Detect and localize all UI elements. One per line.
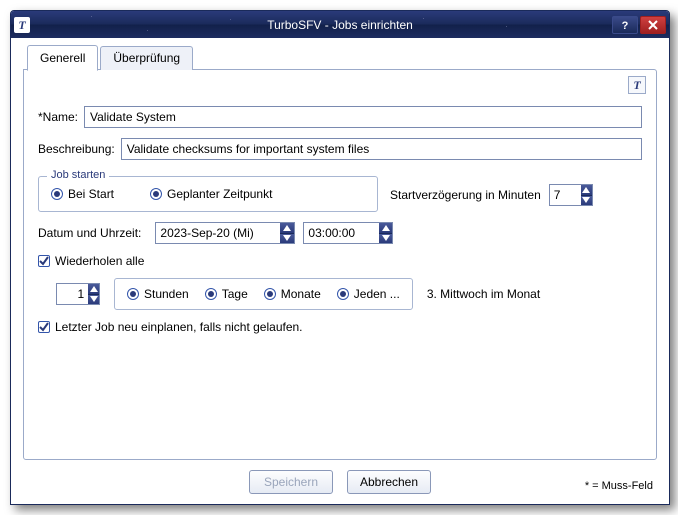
tab-general[interactable]: Generell bbox=[27, 45, 98, 71]
radio-scheduled[interactable]: Geplanter Zeitpunkt bbox=[150, 187, 272, 201]
name-input[interactable] bbox=[84, 106, 642, 128]
dialog-footer: Speichern Abbrechen * = Muss-Feld bbox=[23, 470, 657, 494]
radio-dot-icon bbox=[127, 288, 139, 300]
radio-months-label: Monate bbox=[281, 287, 321, 301]
time-input[interactable] bbox=[304, 223, 379, 243]
tab-verify[interactable]: Überprüfung bbox=[100, 46, 193, 70]
spinner-down-icon[interactable] bbox=[379, 234, 392, 244]
save-button[interactable]: Speichern bbox=[249, 470, 333, 494]
close-button[interactable] bbox=[640, 16, 666, 34]
job-start-legend: Job starten bbox=[47, 169, 109, 181]
titlebar-decor bbox=[36, 11, 589, 38]
radio-every[interactable]: Jeden ... bbox=[337, 287, 400, 301]
dialog-window: T TurboSFV - Jobs einrichten ? Generell … bbox=[10, 10, 670, 505]
radio-dot-icon bbox=[150, 188, 162, 200]
time-spinner[interactable] bbox=[303, 222, 393, 244]
radio-dot-icon bbox=[337, 288, 349, 300]
repeat-label: Wiederholen alle bbox=[55, 254, 144, 268]
spinner-down-icon[interactable] bbox=[280, 234, 294, 244]
start-delay-label: Startverzögerung in Minuten bbox=[390, 188, 541, 202]
description-input[interactable] bbox=[121, 138, 642, 160]
checkbox-icon bbox=[38, 321, 50, 333]
help-context-icon[interactable]: T bbox=[628, 76, 646, 94]
date-input[interactable] bbox=[156, 223, 280, 243]
radio-months[interactable]: Monate bbox=[264, 287, 321, 301]
titlebar: T TurboSFV - Jobs einrichten ? bbox=[11, 11, 669, 38]
radio-at-start[interactable]: Bei Start bbox=[51, 187, 114, 201]
radio-hours[interactable]: Stunden bbox=[127, 287, 189, 301]
spinner-up-icon[interactable] bbox=[379, 223, 392, 234]
start-delay-spinner[interactable] bbox=[549, 184, 593, 206]
radio-dot-icon bbox=[205, 288, 217, 300]
app-icon: T bbox=[14, 17, 30, 33]
spinner-up-icon[interactable] bbox=[88, 284, 99, 295]
start-delay-input[interactable] bbox=[550, 185, 581, 205]
required-field-hint: * = Muss-Feld bbox=[585, 480, 653, 492]
spinner-up-icon[interactable] bbox=[581, 185, 592, 196]
tab-panel-general: T *Name: Beschreibung: Job starten Bei S… bbox=[23, 69, 657, 460]
reschedule-checkbox[interactable]: Letzter Job neu einplanen, falls nicht g… bbox=[38, 320, 303, 334]
window-title: TurboSFV - Jobs einrichten bbox=[11, 18, 669, 32]
radio-hours-label: Stunden bbox=[144, 287, 189, 301]
radio-every-label: Jeden ... bbox=[354, 287, 400, 301]
spinner-up-icon[interactable] bbox=[280, 223, 294, 234]
datetime-label: Datum und Uhrzeit: bbox=[38, 226, 141, 240]
description-label: Beschreibung: bbox=[38, 142, 115, 156]
radio-scheduled-label: Geplanter Zeitpunkt bbox=[167, 187, 272, 201]
radio-days-label: Tage bbox=[222, 287, 248, 301]
repeat-unit-group: Stunden Tage Monate Jeden ... bbox=[114, 278, 413, 310]
job-start-group: Job starten Bei Start Geplanter Zeitpunk… bbox=[38, 176, 378, 212]
tab-strip: Generell Überprüfung bbox=[23, 46, 657, 70]
radio-dot-icon bbox=[51, 188, 63, 200]
radio-dot-icon bbox=[264, 288, 276, 300]
radio-at-start-label: Bei Start bbox=[68, 187, 114, 201]
date-spinner[interactable] bbox=[155, 222, 295, 244]
spinner-down-icon[interactable] bbox=[581, 196, 592, 206]
svg-text:?: ? bbox=[622, 20, 629, 31]
name-label: *Name: bbox=[38, 110, 78, 124]
radio-days[interactable]: Tage bbox=[205, 287, 248, 301]
help-button[interactable]: ? bbox=[612, 16, 638, 34]
reschedule-label: Letzter Job neu einplanen, falls nicht g… bbox=[55, 320, 303, 334]
cancel-button[interactable]: Abbrechen bbox=[347, 470, 431, 494]
repeat-count-input[interactable] bbox=[57, 284, 88, 304]
spinner-down-icon[interactable] bbox=[88, 295, 99, 305]
repeat-count-spinner[interactable] bbox=[56, 283, 100, 305]
checkbox-icon bbox=[38, 255, 50, 267]
schedule-hint: 3. Mittwoch im Monat bbox=[427, 287, 540, 301]
repeat-checkbox[interactable]: Wiederholen alle bbox=[38, 254, 144, 268]
